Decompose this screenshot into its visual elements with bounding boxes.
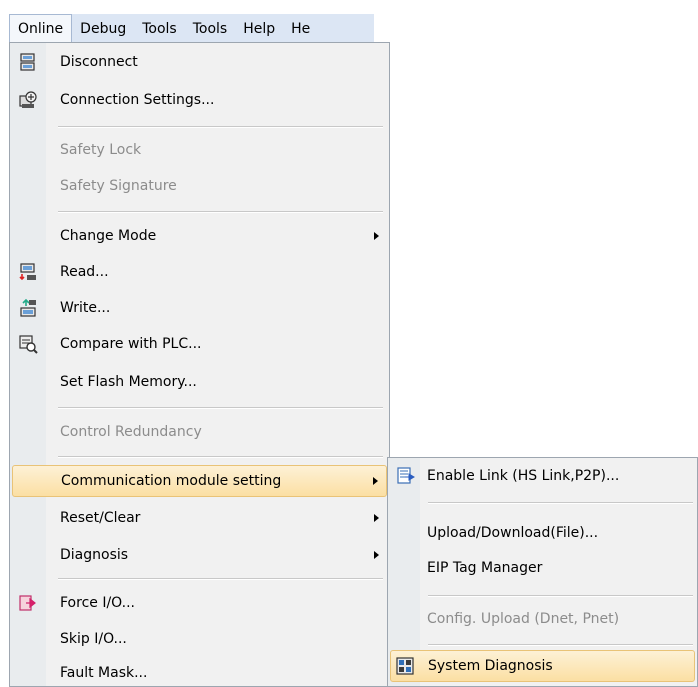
menu-item-label: Fault Mask... (60, 665, 148, 681)
submenu-arrow-icon (374, 551, 379, 559)
write-icon (20, 298, 36, 317)
menu-item-control-redundancy[interactable]: Control Redundancy (12, 417, 387, 447)
menu-separator (58, 407, 383, 409)
menu-help[interactable]: Help (235, 15, 283, 42)
menu-item-communication-module-setting[interactable]: Communication module setting (12, 465, 387, 497)
menu-tools-2[interactable]: Tools (185, 15, 236, 42)
menu-bar: Online Debug Tools Tools Help He (9, 14, 374, 42)
menu-item-enable-link[interactable]: Enable Link (HS Link,P2P)... (390, 461, 695, 491)
menu-item-label: Skip I/O... (60, 631, 127, 647)
menu-separator (428, 595, 693, 597)
menu-item-label: Read... (60, 264, 109, 280)
online-menu: Disconnect Connection Settings... Safety… (9, 42, 390, 687)
menu-item-label: Enable Link (HS Link,P2P)... (427, 468, 620, 484)
menu-item-upload-download-file[interactable]: Upload/Download(File)... (390, 518, 695, 548)
compare-icon (19, 335, 38, 354)
menu-item-safety-lock[interactable]: Safety Lock (12, 135, 387, 165)
menu-debug[interactable]: Debug (72, 15, 134, 42)
menu-item-safety-signature[interactable]: Safety Signature (12, 171, 387, 201)
menu-item-label: Write... (60, 300, 111, 316)
menu-item-compare-with-plc[interactable]: Compare with PLC... (12, 329, 387, 359)
menu-item-label: Force I/O... (60, 595, 135, 611)
menu-item-label: Config. Upload (Dnet, Pnet) (427, 611, 620, 627)
menu-online[interactable]: Online (9, 14, 73, 42)
menu-item-system-diagnosis[interactable]: System Diagnosis (390, 650, 695, 682)
menu-item-label: Connection Settings... (60, 92, 215, 108)
submenu-arrow-icon (374, 514, 379, 522)
menu-tools[interactable]: Tools (134, 15, 185, 42)
menu-item-connection-settings[interactable]: Connection Settings... (12, 85, 387, 115)
menu-item-eip-tag-manager[interactable]: EIP Tag Manager (390, 553, 695, 583)
menu-item-config-upload[interactable]: Config. Upload (Dnet, Pnet) (390, 604, 695, 634)
menu-separator (58, 211, 383, 213)
menu-item-label: Reset/Clear (60, 510, 141, 526)
menu-item-disconnect[interactable]: Disconnect (12, 47, 387, 77)
menu-item-label: Safety Signature (60, 178, 177, 194)
menu-item-reset-clear[interactable]: Reset/Clear (12, 503, 387, 533)
menu-separator (58, 126, 383, 128)
menu-item-force-io[interactable]: Force I/O... (12, 588, 387, 618)
submenu-arrow-icon (373, 477, 378, 485)
connection-settings-icon (19, 91, 37, 108)
menu-item-label: Diagnosis (60, 547, 129, 563)
menu-separator (58, 578, 383, 580)
menu-item-label: Upload/Download(File)... (427, 525, 599, 541)
menu-item-label: Compare with PLC... (60, 336, 202, 352)
menu-separator (58, 456, 383, 458)
menu-separator (428, 644, 693, 646)
menu-item-label: Set Flash Memory... (60, 374, 197, 390)
system-diagnosis-icon (396, 657, 414, 675)
force-io-icon (19, 595, 36, 611)
menu-item-fault-mask[interactable]: Fault Mask... (12, 658, 387, 686)
menu-separator (428, 502, 693, 504)
menu-item-change-mode[interactable]: Change Mode (12, 221, 387, 251)
submenu-arrow-icon (374, 232, 379, 240)
enable-link-icon (397, 467, 415, 484)
menu-item-label: Change Mode (60, 228, 157, 244)
disconnect-icon (20, 53, 35, 71)
read-icon (19, 263, 36, 281)
menu-item-skip-io[interactable]: Skip I/O... (12, 624, 387, 654)
menu-item-label: System Diagnosis (428, 658, 553, 674)
menu-item-label: EIP Tag Manager (427, 560, 543, 576)
menu-he-truncated[interactable]: He (283, 15, 318, 42)
menu-item-label: Disconnect (60, 54, 138, 70)
menu-item-diagnosis[interactable]: Diagnosis (12, 540, 387, 570)
menu-item-label: Control Redundancy (60, 424, 202, 440)
menu-item-write[interactable]: Write... (12, 293, 387, 323)
menu-item-read[interactable]: Read... (12, 257, 387, 287)
menu-item-set-flash-memory[interactable]: Set Flash Memory... (12, 367, 387, 397)
menu-item-label: Safety Lock (60, 142, 142, 158)
menu-item-label: Communication module setting (61, 473, 282, 489)
communication-module-submenu: Enable Link (HS Link,P2P)... Upload/Down… (387, 457, 698, 687)
